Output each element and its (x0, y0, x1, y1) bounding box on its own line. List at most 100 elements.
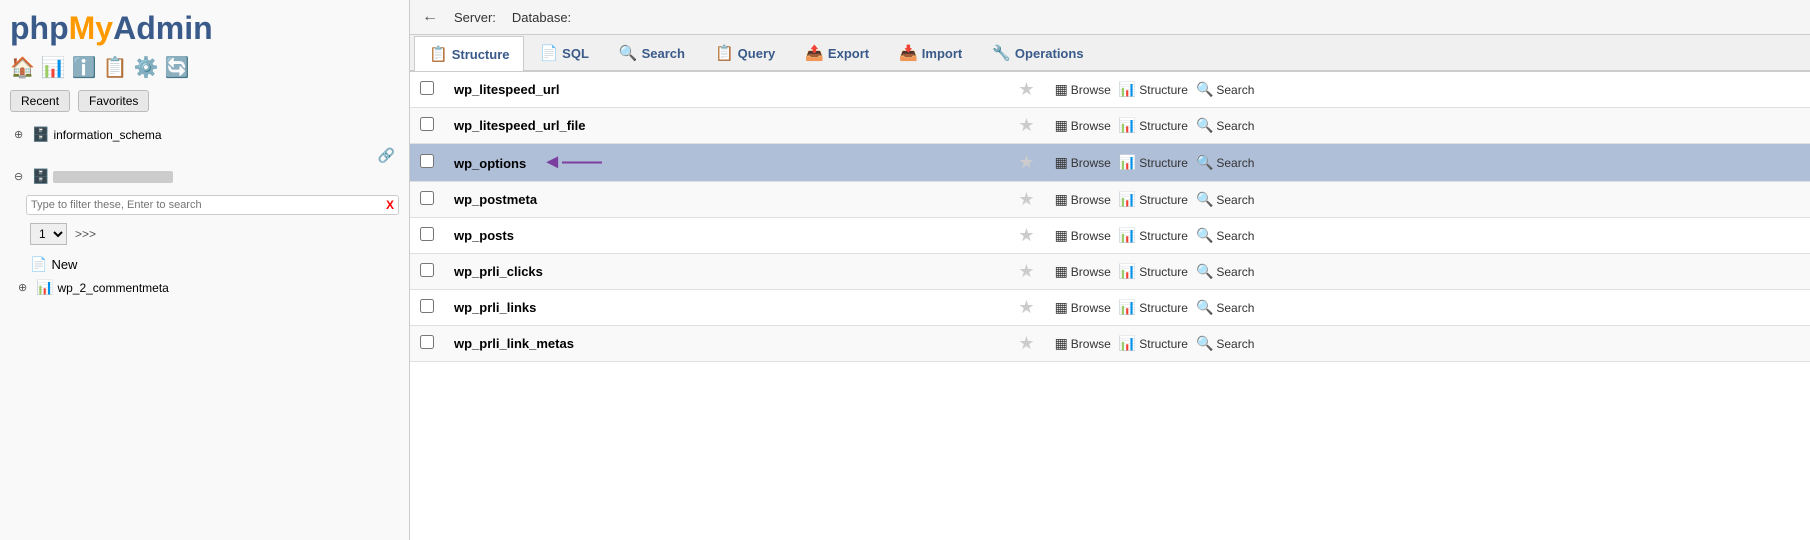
search-link[interactable]: 🔍 Search (1196, 263, 1254, 280)
action-cell: ▦ Browse 📊 Structure 🔍 Search (1045, 182, 1810, 218)
logo-admin: Admin (113, 10, 213, 46)
browse-link[interactable]: ▦ Browse (1055, 117, 1111, 134)
favorites-button[interactable]: Favorites (78, 90, 149, 112)
search-tab-label: Search (642, 46, 685, 61)
structure-tab-label: Structure (452, 47, 510, 62)
tab-search[interactable]: 🔍 Search (604, 35, 700, 70)
row-checkbox[interactable] (420, 263, 434, 277)
row-checkbox[interactable] (420, 299, 434, 313)
table-name[interactable]: wp_prli_link_metas (444, 326, 1008, 362)
table-icon[interactable]: 📊 (41, 55, 66, 80)
row-checkbox[interactable] (420, 117, 434, 131)
search-icon: 🔍 (1196, 227, 1213, 244)
row-checkbox[interactable] (420, 191, 434, 205)
search-icon: 🔍 (1196, 263, 1213, 280)
star-icon[interactable]: ★ (1018, 333, 1034, 353)
star-icon[interactable]: ★ (1018, 297, 1034, 317)
star-cell: ★ (1008, 218, 1044, 254)
structure-tab-icon: 📋 (429, 45, 448, 63)
new-item[interactable]: 📄 New (26, 253, 399, 276)
table-name[interactable]: wp_postmeta (444, 182, 1008, 218)
home-icon[interactable]: 🏠 (10, 55, 35, 80)
row-checkbox[interactable] (420, 335, 434, 349)
arrows-label: >>> (75, 227, 96, 241)
tree-item-information-schema[interactable]: ⊕ 🗄️ information_schema (10, 124, 399, 145)
tab-bar: 📋 Structure 📄 SQL 🔍 Search 📋 Query 📤 Exp… (410, 35, 1810, 72)
table-row: wp_postmeta ★ ▦ Browse 📊 Structure 🔍 Search (410, 182, 1810, 218)
structure-link[interactable]: 📊 Structure (1119, 154, 1188, 171)
operations-tab-label: Operations (1015, 46, 1084, 61)
star-icon[interactable]: ★ (1018, 79, 1034, 99)
row-checkbox[interactable] (420, 227, 434, 241)
structure-icon: 📊 (1119, 191, 1136, 208)
tree-item-wp2[interactable]: ⊕ 📊 wp_2_commentmeta (14, 276, 399, 299)
browse-link[interactable]: ▦ Browse (1055, 299, 1111, 316)
tab-sql[interactable]: 📄 SQL (524, 35, 603, 70)
back-button[interactable]: ← (422, 8, 438, 26)
structure-link[interactable]: 📊 Structure (1119, 263, 1188, 280)
tab-import[interactable]: 📥 Import (884, 35, 977, 70)
search-link[interactable]: 🔍 Search (1196, 227, 1254, 244)
table-name[interactable]: wp_posts (444, 218, 1008, 254)
export-tab-label: Export (828, 46, 869, 61)
structure-link[interactable]: 📊 Structure (1119, 81, 1188, 98)
search-icon: 🔍 (1196, 299, 1213, 316)
row-checkbox[interactable] (420, 81, 434, 95)
browse-link[interactable]: ▦ Browse (1055, 81, 1111, 98)
filter-box: X (26, 195, 399, 215)
star-cell: ★ (1008, 326, 1044, 362)
star-cell: ★ (1008, 144, 1044, 182)
structure-link[interactable]: 📊 Structure (1119, 335, 1188, 352)
structure-link[interactable]: 📊 Structure (1119, 117, 1188, 134)
search-link[interactable]: 🔍 Search (1196, 191, 1254, 208)
table-name[interactable]: wp_litespeed_url_file (444, 108, 1008, 144)
filter-input[interactable] (31, 199, 386, 211)
copy-icon[interactable]: 📋 (103, 55, 128, 80)
table-name[interactable]: wp_litespeed_url (444, 72, 1008, 108)
star-icon[interactable]: ★ (1018, 261, 1034, 281)
search-link[interactable]: 🔍 Search (1196, 117, 1254, 134)
page-select[interactable]: 1 (30, 223, 67, 245)
logo: phpMyAdmin (10, 10, 399, 47)
action-cell: ▦ Browse 📊 Structure 🔍 Search (1045, 72, 1810, 108)
structure-link[interactable]: 📊 Structure (1119, 191, 1188, 208)
structure-link[interactable]: 📊 Structure (1119, 299, 1188, 316)
search-link[interactable]: 🔍 Search (1196, 154, 1254, 171)
star-icon[interactable]: ★ (1018, 115, 1034, 135)
tab-structure[interactable]: 📋 Structure (414, 36, 524, 71)
structure-icon: 📊 (1119, 263, 1136, 280)
search-link[interactable]: 🔍 Search (1196, 299, 1254, 316)
table-name[interactable]: wp_options ◄—— (444, 144, 1008, 182)
search-icon: 🔍 (1196, 191, 1213, 208)
settings-icon[interactable]: ⚙️ (134, 55, 159, 80)
browse-link[interactable]: ▦ Browse (1055, 154, 1111, 171)
star-icon[interactable]: ★ (1018, 225, 1034, 245)
wp2-label: wp_2_commentmeta (57, 281, 168, 295)
table-name[interactable]: wp_prli_clicks (444, 254, 1008, 290)
clear-filter-button[interactable]: X (386, 198, 394, 212)
tree-item-current-db[interactable]: ⊖ 🗄️ (10, 166, 399, 187)
table-area: wp_litespeed_url ★ ▦ Browse 📊 Structure 🔍 Se… (410, 72, 1810, 540)
structure-link[interactable]: 📊 Structure (1119, 227, 1188, 244)
browse-link[interactable]: ▦ Browse (1055, 263, 1111, 280)
browse-link[interactable]: ▦ Browse (1055, 227, 1111, 244)
tab-query[interactable]: 📋 Query (700, 35, 790, 70)
row-checkbox[interactable] (420, 154, 434, 168)
browse-link[interactable]: ▦ Browse (1055, 191, 1111, 208)
search-link[interactable]: 🔍 Search (1196, 335, 1254, 352)
refresh-icon[interactable]: 🔄 (165, 55, 190, 80)
browse-link[interactable]: ▦ Browse (1055, 335, 1111, 352)
tab-operations[interactable]: 🔧 Operations (977, 35, 1098, 70)
collapse-icon: ⊖ (14, 170, 28, 183)
action-cell: ▦ Browse 📊 Structure 🔍 Search (1045, 218, 1810, 254)
search-link[interactable]: 🔍 Search (1196, 81, 1254, 98)
tables-list: wp_litespeed_url ★ ▦ Browse 📊 Structure 🔍 Se… (410, 72, 1810, 362)
info-icon[interactable]: ℹ️ (72, 55, 97, 80)
star-icon[interactable]: ★ (1018, 152, 1034, 172)
table-row: wp_prli_link_metas ★ ▦ Browse 📊 Structure 🔍 … (410, 326, 1810, 362)
table-name[interactable]: wp_prli_links (444, 290, 1008, 326)
tab-export[interactable]: 📤 Export (790, 35, 884, 70)
recent-button[interactable]: Recent (10, 90, 70, 112)
star-icon[interactable]: ★ (1018, 189, 1034, 209)
tree-label-information-schema: information_schema (53, 128, 161, 142)
